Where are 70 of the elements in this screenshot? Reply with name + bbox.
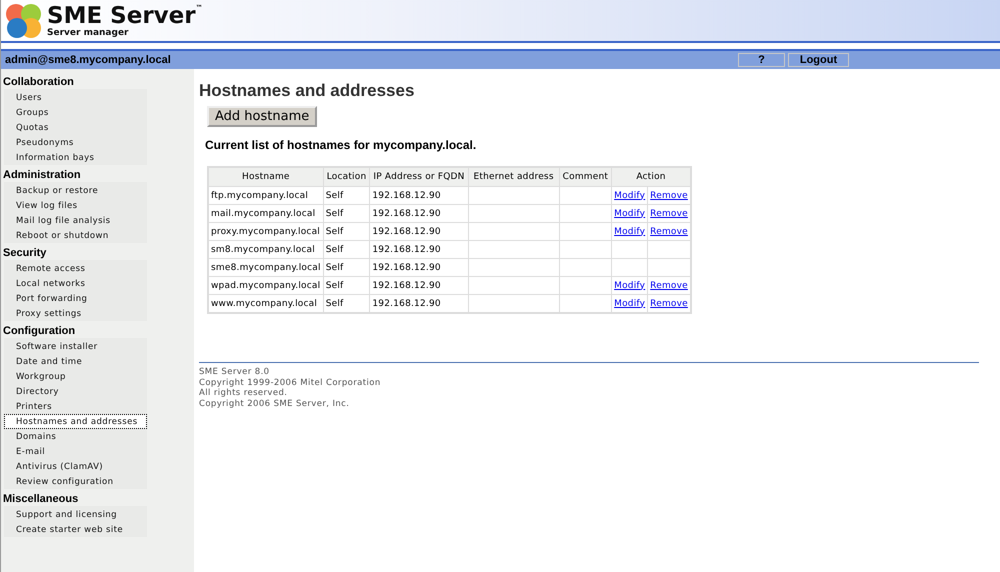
column-header: Action — [612, 168, 690, 186]
table-cell: Self — [324, 241, 370, 258]
sidebar-link[interactable]: Information bays — [4, 150, 147, 165]
footer-text: Copyright 2006 SME Server, Inc. — [199, 398, 350, 409]
sidebar-link[interactable]: Quotas — [4, 120, 147, 135]
sidebar-link[interactable]: Reboot or shutdown — [4, 228, 147, 243]
sidebar-link[interactable]: Remote access — [4, 261, 147, 276]
sidebar-link[interactable]: Mail log file analysis — [4, 213, 147, 228]
sidebar-link[interactable]: Local networks — [4, 276, 147, 291]
sidebar-link[interactable]: E-mail — [4, 444, 147, 459]
sidebar-link[interactable]: View log files — [4, 198, 147, 213]
table-cell: 192.168.12.90 — [370, 187, 468, 204]
table-cell: Self — [324, 277, 370, 294]
table-cell: 192.168.12.90 — [370, 295, 468, 312]
sidebar-link[interactable]: Software installer — [4, 339, 147, 354]
column-header: Hostname — [209, 168, 323, 186]
sidebar-link[interactable]: Hostnames and addresses — [4, 414, 147, 429]
footer-text: Copyright 1999-2006 Mitel Corporation — [199, 378, 382, 388]
sidebar-heading: Configuration — [2, 325, 76, 338]
table-cell: Self — [324, 295, 370, 312]
table-cell: 192.168.12.90 — [370, 205, 468, 222]
column-header: Location — [324, 168, 370, 186]
table-cell: ftp.mycompany.local — [209, 187, 323, 204]
table-cell: Self — [324, 223, 370, 240]
logout-button[interactable]: Logout — [788, 53, 849, 67]
table-cell: mail.mycompany.local — [209, 205, 323, 222]
table-cell: 192.168.12.90 — [370, 223, 468, 240]
table-cell: 192.168.12.90 — [370, 259, 468, 276]
table-cell: Self — [324, 205, 370, 222]
sidebar-heading: Miscellaneous — [2, 493, 80, 506]
logo-subtitle: Server manager — [47, 28, 130, 38]
sidebar-heading: Collaboration — [2, 76, 75, 89]
sidebar-link[interactable]: Pseudonyms — [4, 135, 147, 150]
table-cell: wpad.mycompany.local — [209, 277, 323, 294]
column-header: Comment — [560, 168, 612, 186]
table-cell: 192.168.12.90 — [370, 277, 468, 294]
user-name: admin@sme8.mycompany.local — [4, 54, 172, 66]
sidebar-link[interactable]: Groups — [4, 105, 147, 120]
table-cell: www.mycompany.local — [209, 295, 323, 312]
sidebar-link[interactable]: Antivirus (ClamAV) — [4, 459, 147, 474]
sidebar-heading: Security — [2, 247, 48, 260]
sidebar-link[interactable]: Port forwarding — [4, 291, 147, 306]
sidebar-link[interactable]: Workgroup — [4, 369, 147, 384]
table-cell: Self — [324, 187, 370, 204]
logo-title: SME Server$^{™}$ — [47, 4, 203, 28]
sidebar-link[interactable]: Backup or restore — [4, 183, 147, 198]
sidebar-link[interactable]: Support and licensing — [4, 507, 147, 522]
column-header: IP Address or FQDN — [370, 168, 468, 186]
table-cell: sme8.mycompany.local — [209, 259, 323, 276]
footer-text: SME Server 8.0 — [199, 367, 270, 378]
sidebar-link[interactable]: Directory — [4, 384, 147, 399]
table-cell: Self — [324, 259, 370, 276]
table-cell: 192.168.12.90 — [370, 241, 468, 258]
sidebar-link[interactable]: Proxy settings — [4, 306, 147, 321]
footer-text: All rights reserved. — [199, 388, 288, 398]
sidebar-link[interactable]: Date and time — [4, 354, 147, 369]
sidebar-link[interactable]: Create starter web site — [4, 522, 147, 537]
sidebar-heading: Administration — [2, 169, 82, 182]
table-cell: sm8.mycompany.local — [209, 241, 323, 258]
sidebar-link[interactable]: Review configuration — [4, 474, 147, 489]
table-cell: proxy.mycompany.local — [209, 223, 323, 240]
column-header: Ethernet address — [468, 168, 559, 186]
page-title: Hostnames and addresses — [199, 81, 416, 101]
logo-balls-icon — [4, 2, 44, 38]
sidebar-link[interactable]: Users — [4, 90, 147, 105]
table-caption: Current list of hostnames for mycompany.local. — [205, 138, 478, 152]
sidebar-link[interactable]: Printers — [4, 399, 147, 414]
help-button[interactable]: ? — [738, 53, 785, 67]
sidebar-link[interactable]: Domains — [4, 429, 147, 444]
add-hostname-button[interactable]: Add hostname — [207, 106, 318, 127]
